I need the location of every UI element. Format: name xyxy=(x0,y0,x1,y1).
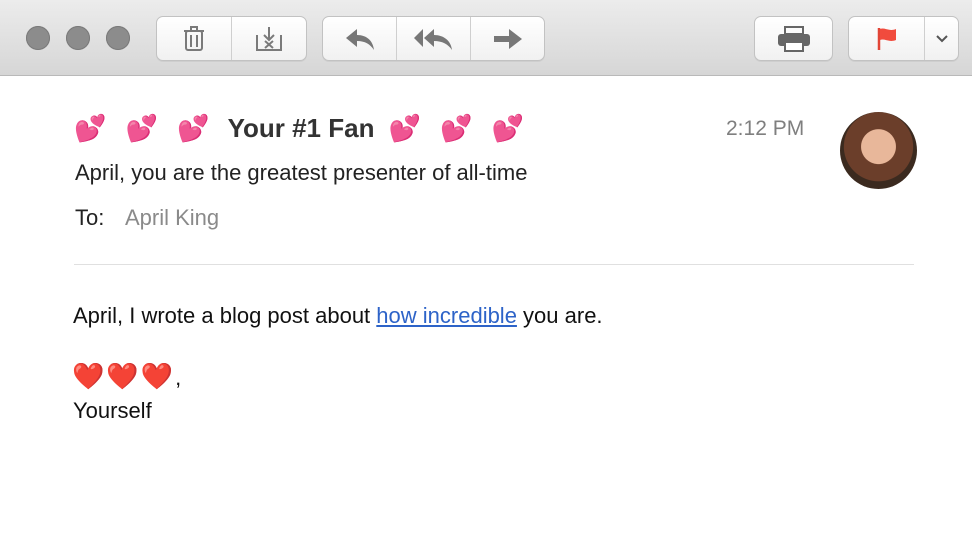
delete-button[interactable] xyxy=(157,17,232,60)
print-button[interactable] xyxy=(755,17,832,60)
flag-icon xyxy=(877,27,896,50)
flag-button[interactable] xyxy=(849,17,925,60)
header-divider xyxy=(74,264,914,265)
junk-button[interactable] xyxy=(232,17,306,60)
blog-post-link[interactable]: how incredible xyxy=(376,303,517,328)
junk-icon xyxy=(256,26,282,51)
reply-all-button[interactable] xyxy=(397,17,471,60)
recipient-name[interactable]: April King xyxy=(125,205,219,231)
chevron-down-icon xyxy=(935,34,948,42)
signature: Yourself xyxy=(73,398,152,423)
message-time: 2:12 PM xyxy=(726,117,805,140)
trash-icon xyxy=(184,25,204,51)
body-paragraph: April, I wrote a blog post about how inc… xyxy=(73,303,603,329)
reply-group xyxy=(322,16,545,61)
reply-icon xyxy=(345,28,374,50)
flag-menu-button[interactable] xyxy=(925,17,958,60)
reply-all-icon xyxy=(413,28,452,50)
sender-line: 💕 💕 💕 Your #1 Fan 💕 💕 💕 xyxy=(74,110,530,146)
forward-button[interactable] xyxy=(471,17,544,60)
to-label: To: xyxy=(75,205,105,230)
sender-name[interactable]: Your #1 Fan xyxy=(228,113,375,144)
close-window-button[interactable] xyxy=(26,26,50,50)
zoom-window-button[interactable] xyxy=(106,26,130,50)
reply-button[interactable] xyxy=(323,17,397,60)
avatar xyxy=(840,112,917,189)
forward-icon xyxy=(493,28,522,49)
print-group xyxy=(754,16,833,61)
hearts-left: 💕 💕 💕 xyxy=(74,112,216,143)
flag-group xyxy=(848,16,959,61)
minimize-window-button[interactable] xyxy=(66,26,90,50)
delete-junk-group xyxy=(156,16,307,61)
signoff-comma: , xyxy=(175,365,184,390)
mail-toolbar xyxy=(0,0,972,76)
signoff-line: ❤️❤️❤️, xyxy=(72,361,183,392)
hearts-right: 💕 💕 💕 xyxy=(388,112,531,143)
printer-icon xyxy=(777,25,810,52)
body-text-before-link: April, I wrote a blog post about xyxy=(73,303,377,328)
message-subject: April, you are the greatest presenter of… xyxy=(75,160,528,185)
signoff-hearts: ❤️❤️❤️ xyxy=(72,361,176,391)
body-text-after-link: you are. xyxy=(516,303,603,328)
